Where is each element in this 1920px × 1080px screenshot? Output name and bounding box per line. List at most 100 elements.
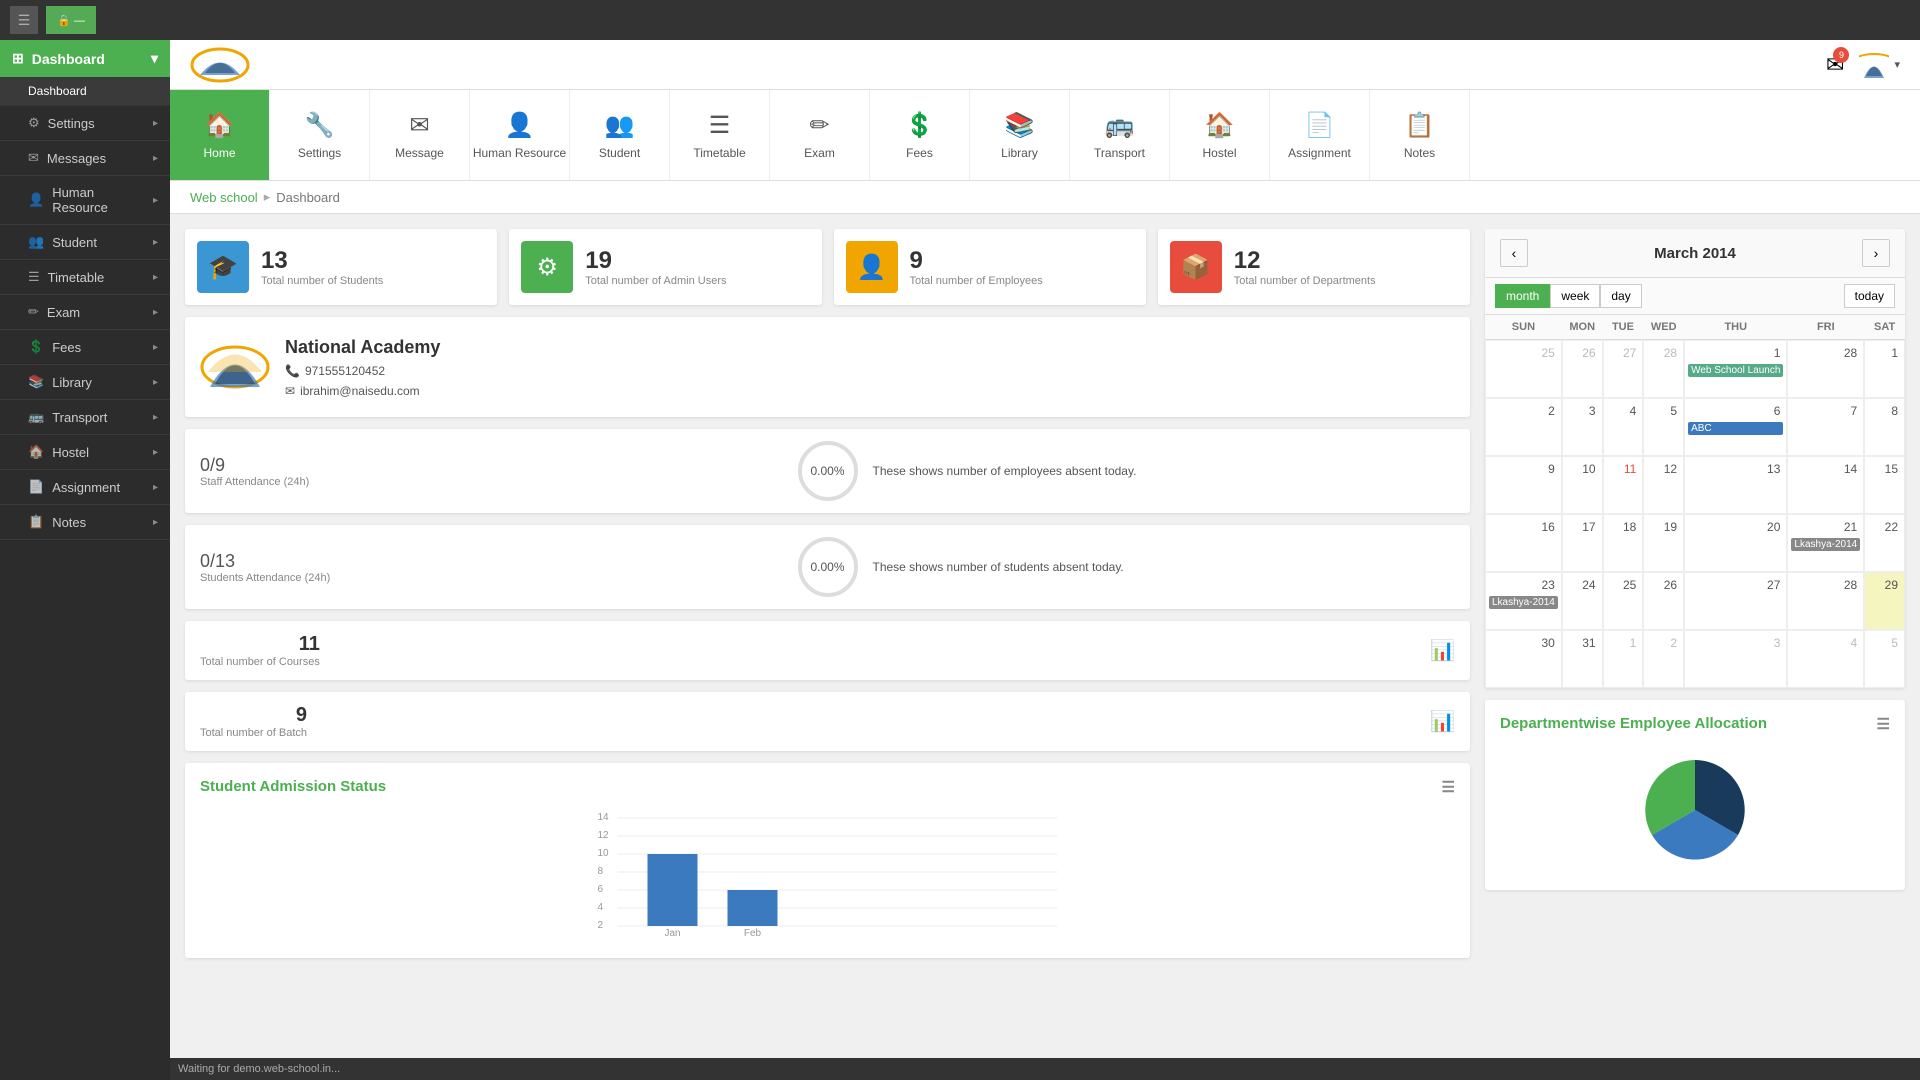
- cal-cell-mar1[interactable]: 1 Web School Launch: [1684, 340, 1787, 398]
- dropdown-arrow-icon: ▾: [1894, 58, 1900, 71]
- sidebar-item-messages[interactable]: ✉Messages ▸: [0, 141, 170, 176]
- sidebar-item-human-resource[interactable]: 👤Human Resource ▸: [0, 176, 170, 225]
- cal-cell[interactable]: 15: [1864, 456, 1905, 514]
- cal-cell[interactable]: 26: [1643, 572, 1684, 630]
- nav-home[interactable]: 🏠 Home: [170, 90, 270, 180]
- chevron-icon: ▸: [153, 447, 158, 458]
- nav-human-resource[interactable]: 👤 Human Resource: [470, 90, 570, 180]
- cal-cell[interactable]: 5: [1864, 630, 1905, 688]
- cal-cell[interactable]: 19: [1643, 514, 1684, 572]
- nav-student[interactable]: 👥 Student: [570, 90, 670, 180]
- cal-cell[interactable]: 28: [1787, 572, 1864, 630]
- sidebar-item-fees[interactable]: 💲Fees ▸: [0, 330, 170, 365]
- sidebar-item-hostel[interactable]: 🏠Hostel ▸: [0, 435, 170, 470]
- dept-chart-menu-icon[interactable]: ☰: [1877, 715, 1890, 733]
- mail-button[interactable]: ✉ 9: [1826, 52, 1844, 78]
- calendar-month-button[interactable]: month: [1495, 284, 1550, 308]
- cal-cell[interactable]: 28: [1643, 340, 1684, 398]
- cal-cell[interactable]: 3: [1562, 398, 1603, 456]
- cal-cell[interactable]: 17: [1562, 514, 1603, 572]
- cal-cell[interactable]: 11: [1603, 456, 1644, 514]
- cal-cell[interactable]: 1: [1864, 340, 1905, 398]
- nav-assignment[interactable]: 📄 Assignment: [1270, 90, 1370, 180]
- user-avatar-button[interactable]: ▾: [1859, 50, 1900, 80]
- cal-cell[interactable]: 1: [1603, 630, 1644, 688]
- chart-menu-icon[interactable]: ☰: [1442, 778, 1455, 796]
- students-label: Total number of Students: [261, 275, 383, 287]
- cal-cell[interactable]: 2: [1643, 630, 1684, 688]
- cal-cell[interactable]: 14: [1787, 456, 1864, 514]
- cal-header-fri: FRI: [1787, 315, 1864, 340]
- cal-cell[interactable]: 30: [1485, 630, 1562, 688]
- hostel-icon: 🏠: [28, 444, 44, 460]
- student-att-label: Students Attendance (24h): [200, 572, 783, 584]
- cal-cell[interactable]: 25: [1485, 340, 1562, 398]
- nav-fees[interactable]: 💲 Fees: [870, 90, 970, 180]
- stat-card-admin: ⚙ 19 Total number of Admin Users: [509, 229, 821, 305]
- sidebar-item-assignment[interactable]: 📄Assignment ▸: [0, 470, 170, 505]
- sidebar-item-exam[interactable]: ✏Exam ▸: [0, 295, 170, 330]
- cal-cell[interactable]: 9: [1485, 456, 1562, 514]
- cal-cell[interactable]: 4: [1603, 398, 1644, 456]
- cal-cell-mar6[interactable]: 6 ABC: [1684, 398, 1787, 456]
- breadcrumb-separator: ▸: [264, 189, 271, 205]
- sidebar-item-dashboard[interactable]: Dashboard: [0, 77, 170, 106]
- sidebar-item-notes[interactable]: 📋Notes ▸: [0, 505, 170, 540]
- cal-header-mon: MON: [1562, 315, 1603, 340]
- cal-cell-mar29[interactable]: 29: [1864, 572, 1905, 630]
- calendar-header: ‹ March 2014 ›: [1485, 229, 1905, 278]
- cal-cell[interactable]: 31: [1562, 630, 1603, 688]
- cal-cell[interactable]: 4: [1787, 630, 1864, 688]
- calendar-prev-button[interactable]: ‹: [1500, 239, 1528, 267]
- sidebar-item-library[interactable]: 📚Library ▸: [0, 365, 170, 400]
- cal-cell[interactable]: 2: [1485, 398, 1562, 456]
- hr-icon: 👤: [28, 192, 44, 208]
- cal-cell[interactable]: 3: [1684, 630, 1787, 688]
- cal-cell[interactable]: 22: [1864, 514, 1905, 572]
- calendar-next-button[interactable]: ›: [1862, 239, 1890, 267]
- cal-cell[interactable]: 12: [1643, 456, 1684, 514]
- cal-cell[interactable]: 27: [1684, 572, 1787, 630]
- cal-cell[interactable]: 13: [1684, 456, 1787, 514]
- calendar-week-button[interactable]: week: [1550, 284, 1600, 308]
- sidebar-item-transport[interactable]: 🚌Transport ▸: [0, 400, 170, 435]
- calendar-day-button[interactable]: day: [1600, 284, 1641, 308]
- cal-cell[interactable]: 18: [1603, 514, 1644, 572]
- menu-icon[interactable]: ☰: [10, 6, 38, 34]
- cal-cell[interactable]: 7: [1787, 398, 1864, 456]
- students-stat-icon: 🎓: [197, 241, 249, 293]
- cal-cell[interactable]: 8: [1864, 398, 1905, 456]
- nav-settings[interactable]: 🔧 Settings: [270, 90, 370, 180]
- nav-notes[interactable]: 📋 Notes: [1370, 90, 1470, 180]
- cal-cell[interactable]: 5: [1643, 398, 1684, 456]
- cal-cell[interactable]: 27: [1603, 340, 1644, 398]
- sidebar-item-student[interactable]: 👥Student ▸: [0, 225, 170, 260]
- nav-library[interactable]: 📚 Library: [970, 90, 1070, 180]
- svg-text:14: 14: [598, 812, 610, 823]
- sidebar-dashboard-header[interactable]: ⊞ Dashboard ▾: [0, 40, 170, 77]
- cal-cell[interactable]: 28: [1787, 340, 1864, 398]
- cal-cell[interactable]: 10: [1562, 456, 1603, 514]
- nav-timetable[interactable]: ☰ Timetable: [670, 90, 770, 180]
- breadcrumb-root[interactable]: Web school: [190, 190, 258, 205]
- breadcrumb: Web school ▸ Dashboard: [170, 181, 1920, 214]
- calendar-today-button[interactable]: today: [1844, 284, 1895, 308]
- nav-exam[interactable]: ✏ Exam: [770, 90, 870, 180]
- student-att-info: 0/13 Students Attendance (24h): [200, 551, 783, 584]
- cal-cell-mar23[interactable]: 23 Lkashya-2014: [1485, 572, 1562, 630]
- nav-transport[interactable]: 🚌 Transport: [1070, 90, 1170, 180]
- cal-cell-mar21[interactable]: 21 Lkashya-2014: [1787, 514, 1864, 572]
- cal-cell[interactable]: 25: [1603, 572, 1644, 630]
- lock-button[interactable]: 🔒 —: [46, 6, 96, 34]
- nav-message[interactable]: ✉ Message: [370, 90, 470, 180]
- sidebar-item-timetable[interactable]: ☰Timetable ▸: [0, 260, 170, 295]
- cal-cell[interactable]: 16: [1485, 514, 1562, 572]
- cal-cell[interactable]: 24: [1562, 572, 1603, 630]
- nav-hostel[interactable]: 🏠 Hostel: [1170, 90, 1270, 180]
- chevron-icon: ▸: [153, 412, 158, 423]
- cal-cell[interactable]: 26: [1562, 340, 1603, 398]
- dashboard-content: 🎓 13 Total number of Students ⚙ 19 Total…: [170, 214, 1920, 1058]
- cal-cell[interactable]: 20: [1684, 514, 1787, 572]
- sidebar-item-settings[interactable]: ⚙Settings ▸: [0, 106, 170, 141]
- school-phone: 📞 971555120452: [285, 364, 440, 378]
